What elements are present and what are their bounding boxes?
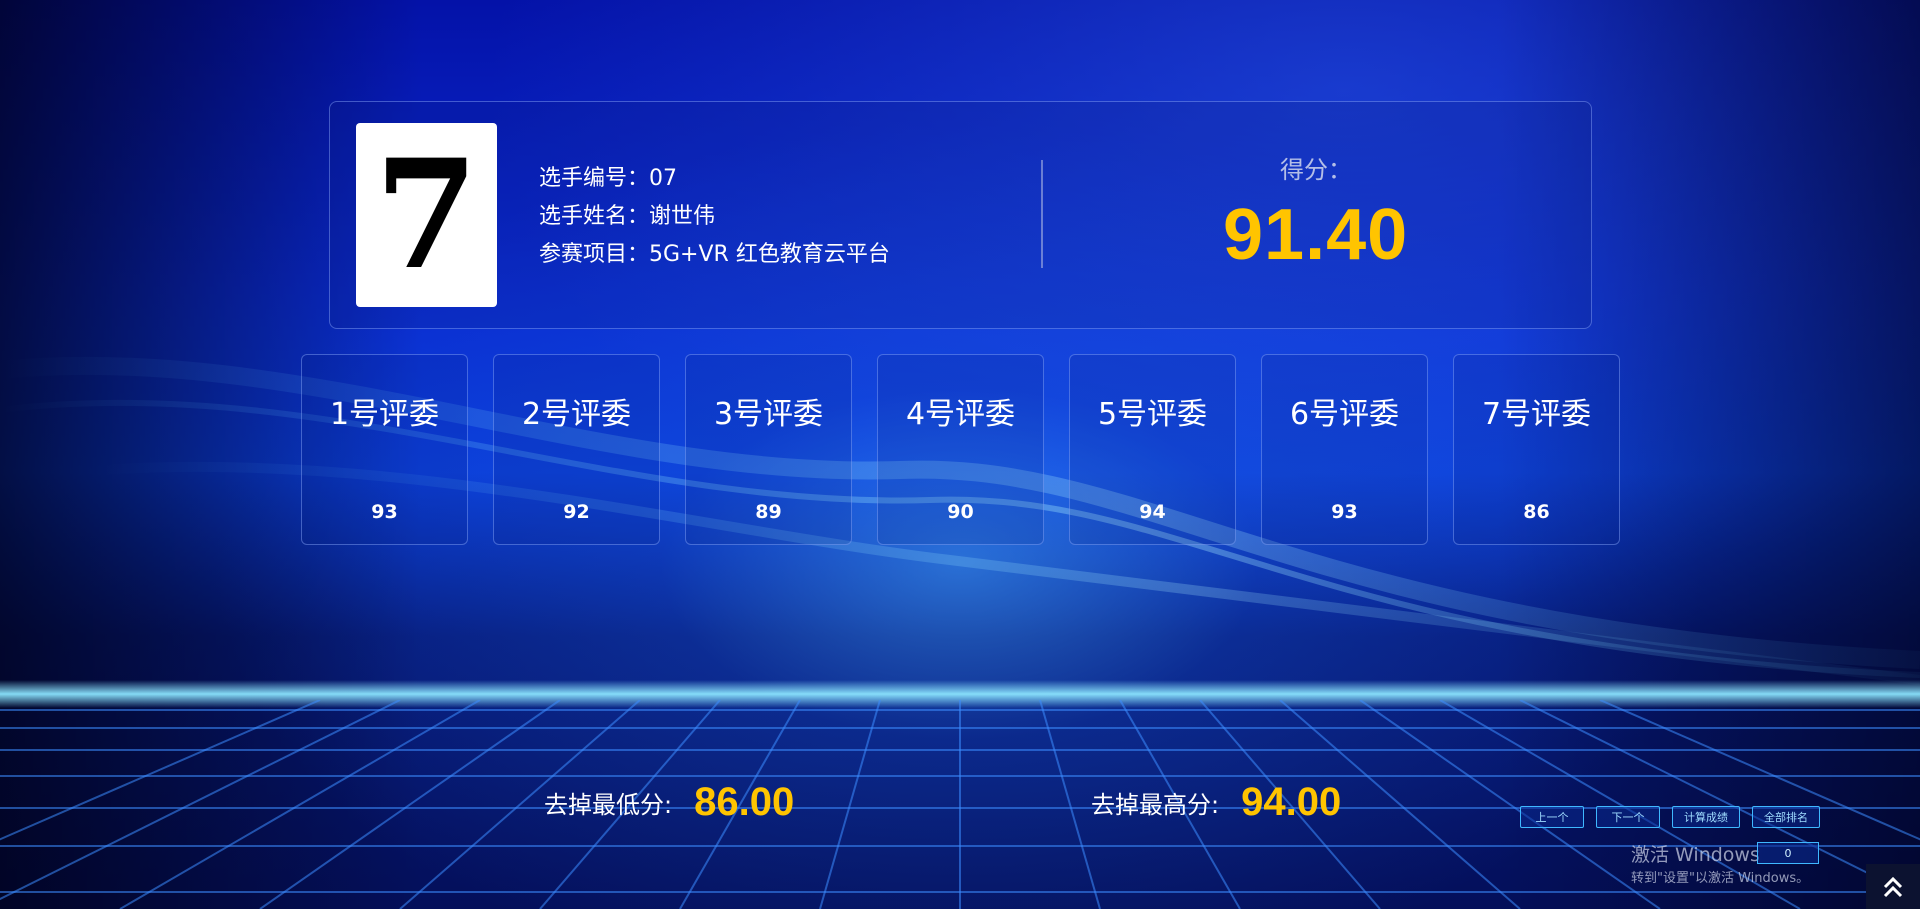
double-chevron-up-icon — [1883, 876, 1903, 897]
judge-card-1: 1号评委 93 — [301, 354, 468, 545]
judge-title: 5号评委 — [1097, 397, 1208, 432]
player-number-box: 7 — [356, 123, 497, 307]
dropped-min: 去掉最低分: 86.00 — [544, 780, 794, 825]
judge-card-3: 3号评委 89 — [685, 354, 852, 545]
player-project-label: 参赛项目： — [539, 242, 650, 267]
judge-score: 90 — [947, 501, 974, 523]
player-index-input[interactable]: 0 — [1757, 842, 1819, 864]
dropped-max-label: 去掉最高分: — [1091, 791, 1220, 819]
prev-button[interactable]: 上一个 — [1520, 806, 1584, 828]
calculate-score-button[interactable]: 计算成绩 — [1672, 806, 1740, 828]
player-card: 7 选手编号： 07 选手姓名： 谢世伟 参赛项目： 5G+VR 红色教育云平台… — [329, 101, 1592, 329]
judge-title: 3号评委 — [713, 397, 824, 432]
player-name-value: 谢世伟 — [649, 204, 716, 229]
scroll-top-button[interactable] — [1866, 864, 1920, 909]
all-ranking-button[interactable]: 全部排名 — [1752, 806, 1820, 828]
player-info: 选手编号： 07 选手姓名： 谢世伟 参赛项目： 5G+VR 红色教育云平台 — [539, 160, 890, 274]
judge-score: 92 — [563, 501, 590, 523]
player-project-row: 参赛项目： 5G+VR 红色教育云平台 — [539, 236, 890, 274]
dropped-min-label: 去掉最低分: — [544, 791, 673, 819]
judge-card-7: 7号评委 86 — [1453, 354, 1620, 545]
judge-title: 1号评委 — [329, 397, 440, 432]
next-button[interactable]: 下一个 — [1596, 806, 1660, 828]
final-score: 91.40 — [1223, 195, 1409, 275]
judge-score: 93 — [1331, 501, 1358, 523]
activate-windows-subtitle: 转到"设置"以激活 Windows。 — [1631, 871, 1810, 886]
dropped-min-value: 86.00 — [694, 780, 795, 824]
judge-card-6: 6号评委 93 — [1261, 354, 1428, 545]
judge-card-2: 2号评委 92 — [493, 354, 660, 545]
horizon-glow — [0, 680, 1920, 708]
judges-row: 1号评委 93 2号评委 92 3号评委 89 4号评委 90 5号评委 94 … — [301, 354, 1620, 545]
player-id-row: 选手编号： 07 — [539, 160, 890, 198]
judge-title: 6号评委 — [1289, 397, 1400, 432]
score-label: 得分： — [1280, 156, 1352, 184]
dropped-max-value: 94.00 — [1241, 780, 1342, 824]
dropped-max: 去掉最高分: 94.00 — [1091, 780, 1341, 825]
judge-title: 2号评委 — [521, 397, 632, 432]
judge-score: 93 — [371, 501, 398, 523]
player-big-number: 7 — [374, 127, 479, 303]
player-name-label: 选手姓名： — [539, 204, 650, 229]
player-project-value: 5G+VR 红色教育云平台 — [649, 242, 890, 267]
card-divider — [1041, 160, 1043, 268]
judge-score: 86 — [1523, 501, 1550, 523]
judge-title: 7号评委 — [1481, 397, 1592, 432]
judge-card-4: 4号评委 90 — [877, 354, 1044, 545]
judge-score: 89 — [755, 501, 782, 523]
player-name-row: 选手姓名： 谢世伟 — [539, 198, 890, 236]
judge-card-5: 5号评委 94 — [1069, 354, 1236, 545]
player-id-value: 07 — [649, 166, 678, 191]
judge-score: 94 — [1139, 501, 1166, 523]
activate-windows-title: 激活 Windows — [1631, 844, 1760, 866]
player-id-label: 选手编号： — [539, 166, 650, 191]
judge-title: 4号评委 — [905, 397, 1016, 432]
